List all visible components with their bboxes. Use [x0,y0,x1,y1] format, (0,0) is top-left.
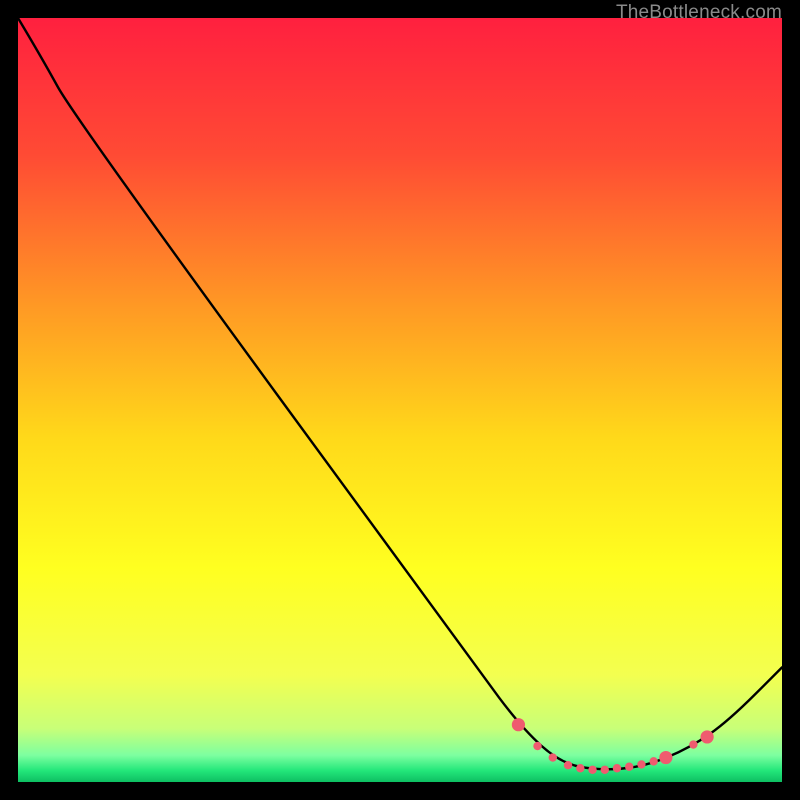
curve-marker [512,718,525,731]
curve-marker [576,764,584,772]
curve-marker [659,751,672,764]
chart-stage: TheBottleneck.com [0,0,800,800]
chart-background [18,18,782,782]
curve-marker [588,766,596,774]
curve-marker [564,761,572,769]
curve-marker [601,766,609,774]
curve-marker [637,760,645,768]
curve-marker [701,730,714,743]
curve-marker [533,742,541,750]
curve-marker [549,753,557,761]
curve-marker [613,764,621,772]
watermark-text: TheBottleneck.com [616,2,782,24]
curve-marker [625,763,633,771]
bottleneck-chart [18,18,782,782]
curve-marker [649,757,657,765]
curve-marker [689,740,697,748]
